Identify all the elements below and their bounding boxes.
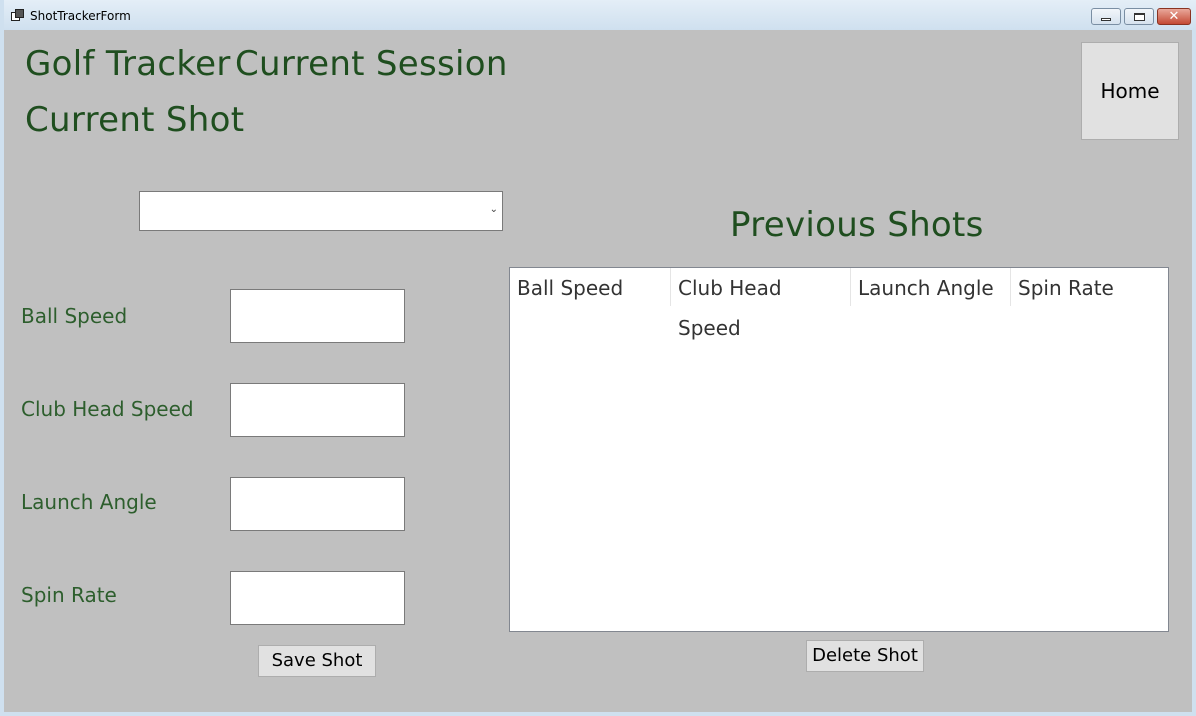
ball-speed-input[interactable] xyxy=(230,289,405,343)
club-select[interactable]: ⌄ xyxy=(139,191,503,231)
close-icon: ✕ xyxy=(1168,9,1180,24)
chevron-down-icon: ⌄ xyxy=(489,204,498,215)
club-head-speed-label: Club Head Speed xyxy=(21,397,194,421)
previous-shots-table[interactable]: Ball Speed Club Head Speed Launch Angle … xyxy=(509,267,1169,632)
column-header-spin-rate[interactable]: Spin Rate xyxy=(1011,268,1161,306)
minimize-button[interactable] xyxy=(1091,8,1121,25)
close-button[interactable]: ✕ xyxy=(1157,8,1191,25)
app-title: Golf Tracker xyxy=(25,44,231,84)
main-window: ShotTrackerForm ✕ Golf Tracker Current S… xyxy=(0,0,1196,716)
save-shot-button[interactable]: Save Shot xyxy=(258,645,376,677)
session-title: Current Session xyxy=(235,44,508,84)
maximize-icon xyxy=(1134,13,1145,21)
column-header-launch-angle[interactable]: Launch Angle xyxy=(851,268,1011,306)
maximize-button[interactable] xyxy=(1124,8,1154,25)
title-bar: ShotTrackerForm ✕ xyxy=(4,0,1196,30)
spin-rate-label: Spin Rate xyxy=(21,583,117,607)
previous-shots-title: Previous Shots xyxy=(730,205,984,245)
minimize-icon xyxy=(1101,18,1111,21)
ball-speed-label: Ball Speed xyxy=(21,304,128,328)
window-title: ShotTrackerForm xyxy=(30,9,131,23)
launch-angle-input[interactable] xyxy=(230,477,405,531)
home-button[interactable]: Home xyxy=(1081,42,1179,140)
column-header-club-head-speed[interactable]: Club Head Speed xyxy=(671,268,851,340)
club-head-speed-input[interactable] xyxy=(230,383,405,437)
shot-title: Current Shot xyxy=(25,100,245,140)
launch-angle-label: Launch Angle xyxy=(21,490,157,514)
column-header-ball-speed[interactable]: Ball Speed xyxy=(510,268,671,306)
spin-rate-input[interactable] xyxy=(230,571,405,625)
delete-shot-button[interactable]: Delete Shot xyxy=(806,640,924,672)
app-icon xyxy=(11,9,24,21)
